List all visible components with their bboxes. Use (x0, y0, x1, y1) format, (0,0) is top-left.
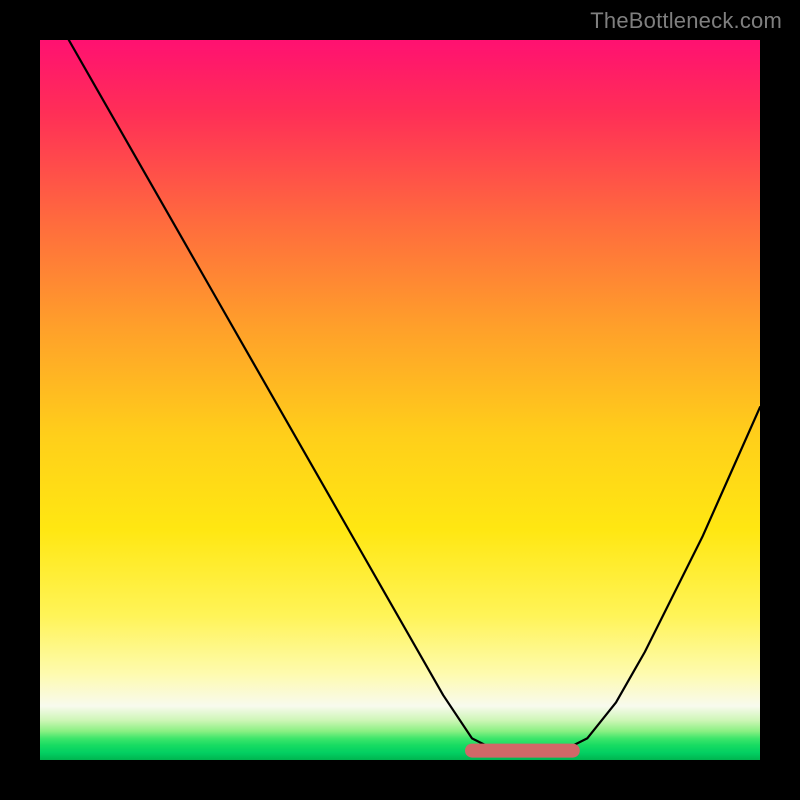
attribution-label: TheBottleneck.com (590, 8, 782, 34)
plot-area (40, 40, 760, 760)
chart-frame: TheBottleneck.com (0, 0, 800, 800)
heat-gradient-background (40, 40, 760, 760)
